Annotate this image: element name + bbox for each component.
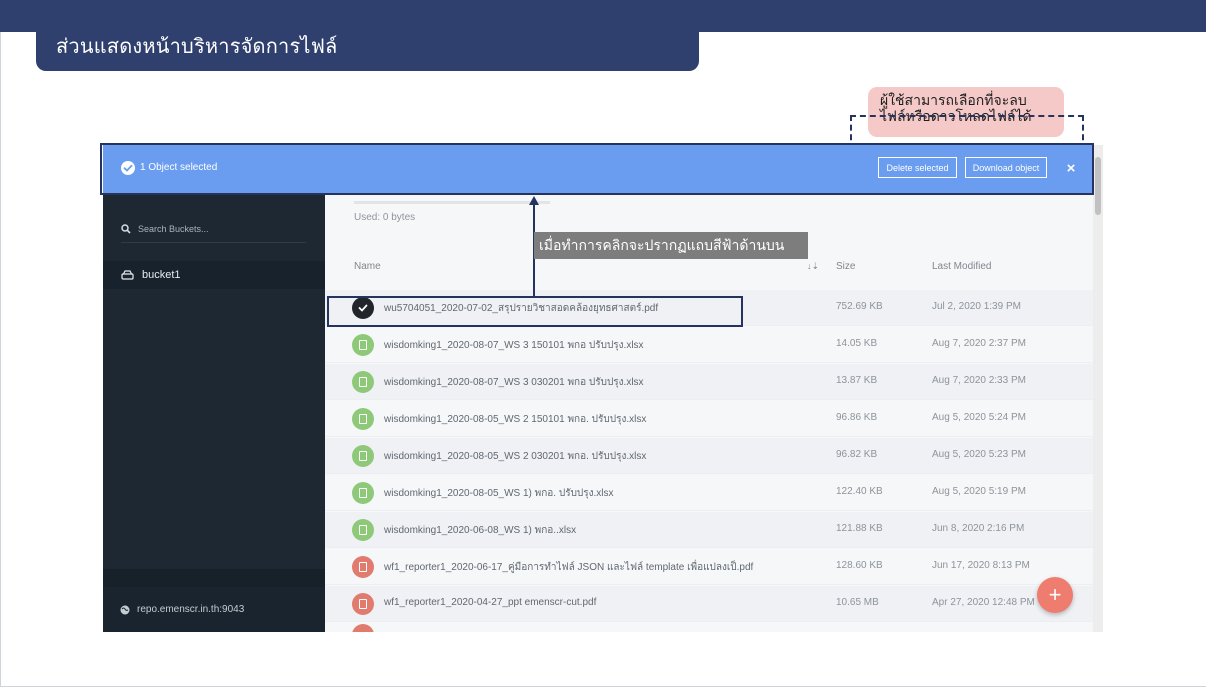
xlsx-file-icon[interactable] — [352, 408, 374, 430]
pdf-file-icon[interactable] — [352, 624, 374, 632]
xlsx-file-icon[interactable] — [352, 445, 374, 467]
xlsx-file-icon[interactable] — [352, 371, 374, 393]
file-size: 13.87 KB — [836, 375, 878, 386]
file-name[interactable]: wisdomking1_2020-06-08_WS 1) พกอ..xlsx — [384, 523, 576, 538]
file-size: 96.86 KB — [836, 412, 878, 423]
column-last-modified[interactable]: Last Modified — [932, 261, 991, 272]
selected-row-highlight — [327, 296, 743, 327]
table-row[interactable]: wisdomking1_2020-08-05_WS 1) พกอ. ปรับปร… — [325, 475, 1093, 511]
host-text: repo.emenscr.in.th:9043 — [137, 604, 245, 615]
file-modified: Aug 5, 2020 5:23 PM — [932, 449, 1026, 460]
pdf-file-icon[interactable] — [352, 593, 374, 615]
sidebar: Search Buckets... bucket1 repo.emenscr.i… — [103, 193, 325, 632]
note-label: เมื่อทำการคลิกจะปรากฏแถบสีฟ้าด้านบน — [534, 232, 808, 259]
search-placeholder: Search Buckets... — [138, 223, 209, 234]
globe-icon — [120, 605, 130, 614]
file-name[interactable]: wf1_reporter1_2020-06-17_คู่มือการทำไฟล์… — [384, 560, 753, 575]
file-modified: Aug 5, 2020 5:19 PM — [932, 486, 1026, 497]
file-modified: Aug 7, 2020 2:37 PM — [932, 338, 1026, 349]
file-size: 10.65 MB — [836, 597, 879, 608]
file-size: 14.05 KB — [836, 338, 878, 349]
used-bytes: Used: 0 bytes — [354, 212, 416, 223]
table-row[interactable]: wisdomking1_2020-08-05_WS 2 030201 พกอ. … — [325, 438, 1093, 474]
sort-icon[interactable]: ↓⇣ — [807, 261, 819, 272]
file-size: 96.82 KB — [836, 449, 878, 460]
scrollbar-thumb[interactable] — [1095, 157, 1101, 215]
table-row[interactable]: wisdomking1_2020-08-05_WS 2 150101 พกอ. … — [325, 401, 1093, 437]
bucket-label: bucket1 — [142, 269, 181, 281]
file-modified: Aug 5, 2020 5:24 PM — [932, 412, 1026, 423]
plus-icon: + — [1048, 582, 1062, 607]
file-name[interactable]: wf1_reporter1_2020-04-27_ppt emenscr-cut… — [384, 597, 596, 608]
xlsx-file-icon[interactable] — [352, 482, 374, 504]
table-row[interactable]: wisdomking1_2020-08-07_WS 3 030201 พกอ ป… — [325, 364, 1093, 400]
table-row[interactable]: wisdomking1_2020-06-08_WS 1) พกอ..xlsx 12… — [325, 512, 1093, 548]
table-row[interactable]: wisdomking1_2020-08-07_WS 3 150101 พกอ ป… — [325, 327, 1093, 363]
sidebar-item-bucket1[interactable]: bucket1 — [103, 261, 325, 289]
search-icon — [121, 223, 131, 234]
file-size: 752.69 KB — [836, 301, 883, 312]
host-footer: repo.emenscr.in.th:9043 — [103, 587, 325, 632]
xlsx-file-icon[interactable] — [352, 334, 374, 356]
file-modified: Jun 8, 2020 2:16 PM — [932, 523, 1025, 534]
file-name[interactable]: wisdomking1_2020-08-05_WS 1) พกอ. ปรับปร… — [384, 486, 614, 501]
table-row[interactable]: wf1_reporter1_2020-06-17_คู่มือการทำไฟล์… — [325, 549, 1093, 585]
column-name[interactable]: Name — [354, 261, 381, 272]
file-browser-app: 1 Object selected Delete selected Downlo… — [103, 145, 1103, 632]
usage-bar — [354, 201, 550, 204]
file-size: 128.60 KB — [836, 560, 883, 571]
slide-title-tab: ส่วนแสดงหน้าบริหารจัดการไฟล์ — [36, 12, 699, 71]
sidebar-divider — [103, 569, 325, 587]
callout-line-1: ผู้ใช้สามารถเลือกที่จะลบ — [880, 93, 1027, 109]
scrollbar[interactable] — [1093, 145, 1103, 632]
column-size[interactable]: Size — [836, 261, 855, 272]
file-modified: Jun 17, 2020 8:13 PM — [932, 560, 1030, 571]
arrow-head — [529, 196, 539, 205]
file-name[interactable]: wisdomking1_2020-08-05_WS 2 150101 พกอ. … — [384, 412, 646, 427]
file-modified: Aug 7, 2020 2:33 PM — [932, 375, 1026, 386]
file-size: 121.88 KB — [836, 523, 883, 534]
drive-icon — [121, 270, 134, 280]
add-button[interactable]: + — [1037, 577, 1073, 613]
table-row[interactable]: wf1_reporter1_2020-04-27_ppt emenscr-cut… — [325, 586, 1093, 622]
file-size: 122.40 KB — [836, 486, 883, 497]
file-modified: Apr 27, 2020 12:48 PM — [932, 597, 1035, 608]
search-buckets[interactable]: Search Buckets... — [121, 215, 306, 243]
file-modified: Jul 2, 2020 1:39 PM — [932, 301, 1021, 312]
file-name[interactable]: wisdomking1_2020-08-07_WS 3 150101 พกอ ป… — [384, 338, 644, 353]
xlsx-file-icon[interactable] — [352, 519, 374, 541]
selection-bar-highlight — [100, 143, 1094, 195]
slide-title: ส่วนแสดงหน้าบริหารจัดการไฟล์ — [56, 34, 338, 58]
file-name[interactable]: wisdomking1_2020-08-07_WS 3 030201 พกอ ป… — [384, 375, 644, 390]
file-name[interactable]: wisdomking1_2020-08-05_WS 2 030201 พกอ. … — [384, 449, 646, 464]
pdf-file-icon[interactable] — [352, 556, 374, 578]
